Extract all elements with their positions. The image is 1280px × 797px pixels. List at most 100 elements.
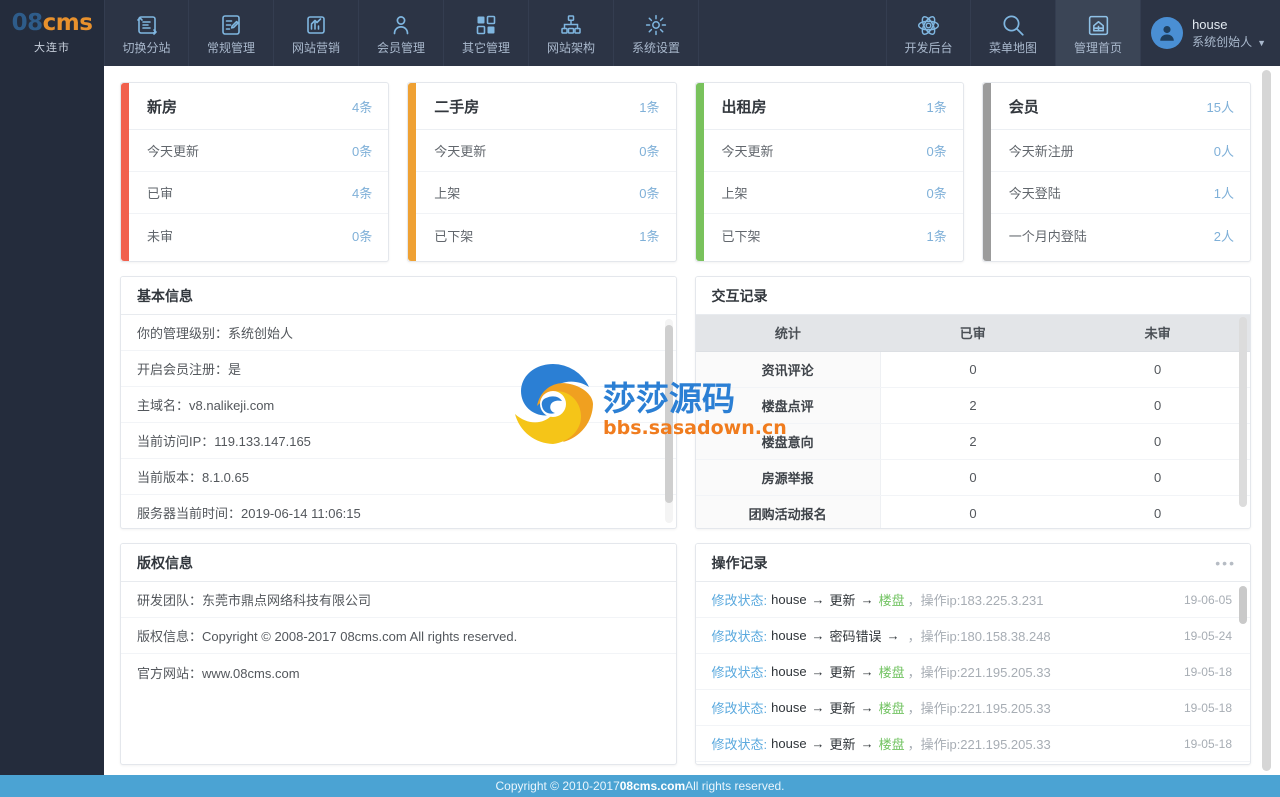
row-approved: 0 [880, 459, 1066, 496]
log-action[interactable]: 修改状态: [712, 590, 768, 609]
scrollbar-thumb[interactable] [664, 325, 673, 503]
switch-site-icon [135, 12, 159, 38]
home-icon [1086, 12, 1111, 38]
log-row[interactable]: 修改状态: house → 更新 → 楼盘 ，操作ip:183.225.3.23… [695, 582, 1250, 618]
nav-label: 开发后台 [904, 41, 953, 55]
user-menu[interactable]: house 系统创始人 ▼ [1141, 0, 1280, 66]
nav-item-system-settings[interactable]: 系统设置 [614, 0, 699, 66]
page-scrollbar-thumb[interactable] [1262, 70, 1271, 771]
stat-total: 15人 [1206, 99, 1234, 115]
table-row[interactable]: 楼盘点评 2 0 [695, 387, 1250, 424]
log-ip: ，操作ip:221.195.205.33 [907, 665, 1051, 680]
stat-row[interactable]: 已下架 1条 [416, 214, 675, 256]
interaction-scrollbar[interactable] [1239, 317, 1247, 522]
log-action[interactable]: 修改状态: [712, 662, 768, 681]
nav-item-site-structure[interactable]: 网站架构 [529, 0, 614, 66]
secondary-nav: 开发后台 菜单地图 管理首页 house 系统创始人 ▼ [886, 0, 1280, 66]
stat-total: 1条 [926, 99, 947, 115]
stat-row-label: 今天更新 [721, 144, 774, 159]
log-date: 19-05-18 [1183, 664, 1232, 679]
main-content: 新房 4条 今天更新 0条 已审 4条 未审 0条 二手房 1条 今天更新 0条 上架 0… [104, 66, 1267, 775]
log-action[interactable]: 修改状态: [712, 626, 768, 645]
stat-row[interactable]: 未审 0条 [129, 214, 388, 256]
stat-row-value: 2人 [1213, 228, 1234, 244]
arrow-icon: → [811, 664, 825, 679]
stat-row-label: 今天登陆 [1008, 186, 1061, 201]
stat-row[interactable]: 今天登陆 1人 [990, 172, 1250, 214]
scrollbar-thumb[interactable] [1239, 317, 1247, 507]
nav-item-other-manage[interactable]: 其它管理 [444, 0, 529, 66]
log-action[interactable]: 修改状态: [712, 698, 768, 717]
arrow-icon: → [811, 592, 825, 607]
nav-item-dev-backend[interactable]: 开发后台 [886, 0, 972, 66]
nav-item-admin-home[interactable]: 管理首页 [1056, 0, 1142, 66]
stat-row[interactable]: 已审 4条 [129, 172, 389, 214]
info-row: 服务器当前时间：2019-06-14 11:06:15 [121, 495, 676, 528]
log-object[interactable]: 楼盘 [879, 734, 905, 753]
row-approved: 2 [880, 423, 1066, 460]
log-row[interactable]: 修改状态: house → 密码错误 → ，操作ip:180.158.38.24… [695, 618, 1250, 654]
row-name: 楼盘意向 [695, 423, 881, 460]
log-row[interactable]: 修改状态: house → 更新 → 楼盘 ，操作ip:221.195.205.… [695, 726, 1250, 762]
stat-row[interactable]: 今天更新 0条 [703, 130, 963, 172]
nav-item-marketing[interactable]: 网站营销 [274, 0, 359, 66]
table-row[interactable]: 楼盘意向 2 0 [695, 423, 1250, 460]
logo-part-08: 08 [11, 9, 44, 36]
stat-card-header: 会员 15人 [990, 83, 1250, 130]
scrollbar-thumb[interactable] [1239, 586, 1247, 624]
panels-row-1: 基本信息 你的管理级别：系统创始人 开启会员注册：是 主域名：v8.nalike… [120, 276, 1251, 529]
arrow-icon: → [811, 736, 825, 751]
stat-card-header: 新房 4条 [129, 83, 389, 130]
stat-row[interactable]: 今天新注册 0人 [990, 130, 1250, 172]
column-header-pending: 未审 [1065, 315, 1250, 352]
operation-log-scrollbar[interactable] [1239, 586, 1247, 762]
interaction-body: 统计 已审 未审 资讯评论 0 0 楼盘点评 2 0 楼盘意向 2 0 房源举报… [695, 315, 1251, 528]
logo-wordmark: 08cms [11, 9, 93, 36]
page-scrollbar[interactable] [1262, 70, 1271, 771]
nav-item-switch-site[interactable]: 切换分站 [104, 0, 189, 66]
right-column-2: 操作记录 ••• 修改状态: house → 更新 → 楼盘 ，操作ip:183… [694, 543, 1251, 765]
log-object[interactable]: 楼盘 [879, 698, 905, 717]
log-op: 更新 [829, 737, 856, 752]
stat-row[interactable]: 上架 0条 [703, 172, 963, 214]
more-options-icon[interactable]: ••• [1215, 556, 1236, 570]
stat-card-new-house[interactable]: 新房 4条 今天更新 0条 已审 4条 未审 0条 [120, 82, 390, 262]
stat-row[interactable]: 今天更新 0条 [129, 130, 389, 172]
row-approved: 0 [969, 505, 977, 521]
logo-part-cms: cms [42, 9, 93, 36]
log-row[interactable]: 修改状态: house → 更新 → 楼盘 ，操作ip:221.195.205.… [695, 690, 1250, 726]
stat-card-rental-house[interactable]: 出租房 1条 今天更新 0条 上架 0条 已下架 1条 [694, 82, 964, 262]
stat-row[interactable]: 一个月内登陆 2人 [991, 214, 1250, 256]
nav-item-general-manage[interactable]: 常规管理 [189, 0, 274, 66]
stat-card-members[interactable]: 会员 15人 今天新注册 0人 今天登陆 1人 一个月内登陆 2人 [981, 82, 1251, 262]
log-object[interactable]: 楼盘 [879, 662, 905, 681]
basic-info-scrollbar[interactable] [664, 319, 673, 523]
nav-item-member-manage[interactable]: 会员管理 [359, 0, 444, 66]
stat-card-second-hand-house[interactable]: 二手房 1条 今天更新 0条 上架 0条 已下架 1条 [407, 82, 677, 262]
left-column-2: 版权信息 研发团队：东莞市鼎点网络科技有限公司 版权信息：Copyright ©… [120, 543, 677, 765]
info-row: 版权信息：Copyright © 2008-2017 08cms.com All… [121, 618, 676, 654]
nav-item-menu-map[interactable]: 菜单地图 [971, 0, 1057, 66]
table-header-row: 统计 已审 未审 [695, 315, 1250, 352]
panel-title: 交互记录 [711, 287, 768, 304]
chevron-down-icon: ▼ [1257, 37, 1266, 48]
log-object[interactable]: 楼盘 [879, 590, 905, 609]
table-row[interactable]: 房源举报 0 0 [695, 459, 1250, 496]
log-action[interactable]: 修改状态: [712, 734, 768, 753]
basic-info-panel: 基本信息 你的管理级别：系统创始人 开启会员注册：是 主域名：v8.nalike… [120, 276, 677, 529]
stat-row[interactable]: 已下架 1条 [704, 214, 963, 256]
arrow-icon: → [860, 664, 874, 679]
stat-row[interactable]: 上架 0条 [416, 172, 676, 214]
column-header-stat: 统计 [695, 315, 881, 352]
arrow-icon: → [811, 628, 825, 643]
row-approved: 0 [880, 351, 1066, 388]
row-name: 楼盘点评 [695, 387, 881, 424]
log-row[interactable]: 修改状态: house → 更新 → 楼盘 ，操作ip:221.195.205.… [695, 654, 1250, 690]
stat-row[interactable]: 今天更新 0条 [416, 130, 676, 172]
stat-row-value: 0条 [352, 228, 373, 244]
footer-copyright-post: All rights reserved. [685, 779, 785, 793]
stat-accent-bar [982, 83, 991, 261]
table-row[interactable]: 资讯评论 0 0 [695, 351, 1250, 388]
app-logo[interactable]: 08cms 大连市 [0, 0, 104, 66]
table-row[interactable]: 团购活动报名 0 0 [695, 495, 1251, 528]
